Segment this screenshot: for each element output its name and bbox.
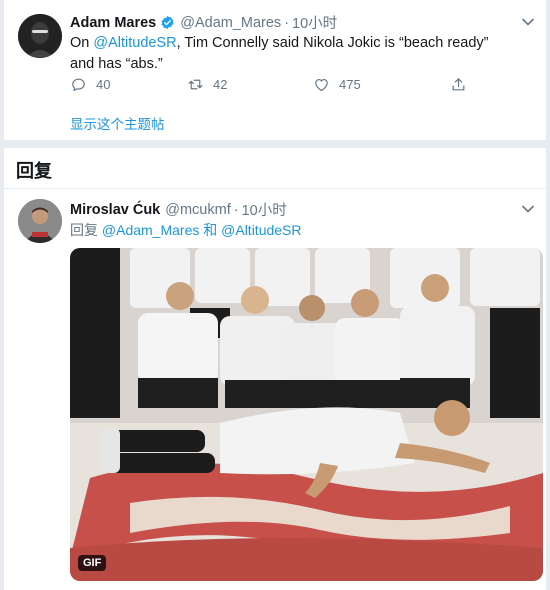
avatar[interactable] (18, 14, 62, 58)
reply-display-name[interactable]: Miroslav Ćuk (70, 202, 160, 218)
reply-separator: · (233, 201, 239, 218)
reply-avatar-image (18, 199, 62, 243)
like-icon (315, 78, 328, 92)
reply-mention-2[interactable]: @AltitudeSR (221, 222, 301, 238)
tweet-text: On @AltitudeSR, Tim Connelly said Nikola… (70, 33, 530, 75)
text-line2: and has “abs.” (70, 56, 163, 72)
reply-mention-1[interactable]: @Adam_Mares (102, 222, 199, 238)
gif-media[interactable]: GIF (70, 248, 543, 581)
share-button[interactable] (450, 76, 467, 93)
gif-badge: GIF (78, 555, 107, 571)
reply-author-row: Miroslav Ćuk @mcukmf · 10小时 (70, 199, 287, 220)
reply-timestamp[interactable]: 10小时 (242, 199, 287, 220)
share-icon (452, 78, 465, 91)
avatar-image (18, 14, 62, 58)
reply-button[interactable]: 40 (70, 76, 187, 93)
verified-icon (161, 15, 174, 30)
replying-to: 回复 @Adam_Mares 和 @AltitudeSR (70, 220, 302, 240)
replies-title: 回复 (16, 161, 52, 181)
retweet-icon (188, 79, 203, 90)
reply-card: Miroslav Ćuk @mcukmf · 10小时 回复 @Adam_Mar… (4, 189, 546, 590)
gif-image (70, 248, 543, 581)
text-prefix: On (70, 35, 94, 51)
show-thread-link[interactable]: 显示这个主题帖 (70, 113, 165, 133)
reply-icon (72, 78, 85, 92)
reply-avatar[interactable] (18, 199, 62, 243)
like-count: 475 (339, 77, 361, 92)
display-name[interactable]: Adam Mares (70, 15, 156, 31)
chevron-down-icon[interactable] (522, 205, 534, 213)
author-row: Adam Mares @Adam_Mares · 10小时 (70, 12, 337, 33)
retweet-button[interactable]: 42 (187, 76, 313, 93)
chevron-down-icon[interactable] (522, 18, 534, 26)
reply-handle[interactable]: @mcukmf (165, 202, 230, 218)
mention-link[interactable]: @AltitudeSR (93, 35, 176, 51)
tweet-card: Adam Mares @Adam_Mares · 10小时 On @Altitu… (4, 0, 546, 140)
replies-header: 回复 (4, 148, 546, 188)
retweet-count: 42 (213, 77, 228, 92)
separator: · (284, 14, 290, 31)
like-button[interactable]: 475 (313, 76, 450, 93)
reply-prefix: 回复 (70, 222, 102, 238)
handle[interactable]: @Adam_Mares (180, 15, 281, 31)
timestamp[interactable]: 10小时 (292, 12, 337, 33)
text-line1: , Tim Connelly said Nikola Jokic is “bea… (176, 35, 489, 51)
reply-count: 40 (96, 77, 111, 92)
reply-and: 和 (199, 222, 222, 238)
action-bar: 40 42 475 (70, 76, 467, 93)
